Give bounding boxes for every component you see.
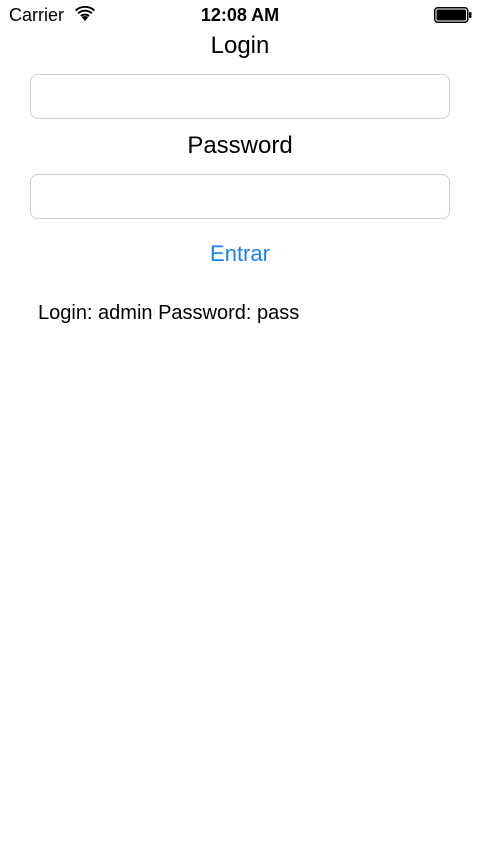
status-time: 12:08 AM xyxy=(200,5,280,25)
entrar-button[interactable]: Entrar xyxy=(190,238,290,270)
login-label: Login xyxy=(210,32,270,59)
password-label: Password xyxy=(187,132,293,159)
status-bar: Carrier 12:08 AM xyxy=(0,0,480,30)
password-field[interactable] xyxy=(30,174,450,219)
battery-full-icon xyxy=(434,7,472,23)
credentials-hint: Login: admin Password: pass xyxy=(38,302,300,324)
login-field[interactable] xyxy=(30,74,450,119)
